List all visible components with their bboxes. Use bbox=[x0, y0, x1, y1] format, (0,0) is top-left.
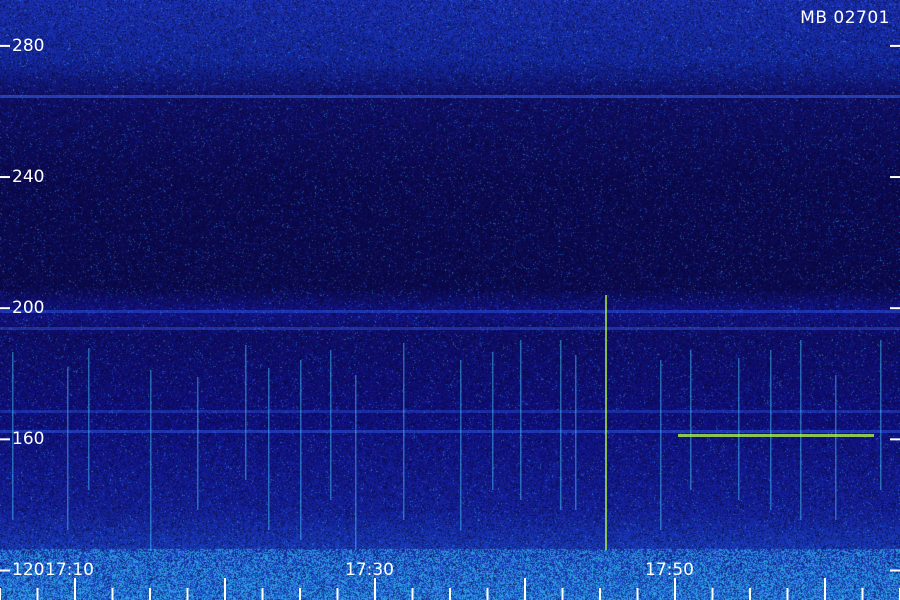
vertical-streak bbox=[800, 340, 802, 520]
x-tick bbox=[561, 588, 564, 600]
strong-vertical-streak bbox=[605, 295, 607, 550]
vertical-streak bbox=[150, 370, 152, 550]
y-tick-right bbox=[890, 569, 900, 572]
x-tick bbox=[449, 588, 451, 600]
vertical-streak bbox=[300, 360, 302, 540]
y-axis-ticks bbox=[0, 44, 900, 572]
vertical-streak bbox=[268, 368, 270, 530]
y-tick-right bbox=[890, 307, 900, 310]
strong-horizontal-echo bbox=[678, 434, 874, 437]
vertical-streak bbox=[520, 340, 522, 500]
x-tick bbox=[749, 588, 751, 600]
horizontal-band bbox=[0, 310, 900, 313]
y-tick-left bbox=[0, 44, 10, 47]
y-tick-right bbox=[890, 176, 900, 179]
x-tick bbox=[674, 578, 676, 600]
y-tick-left bbox=[0, 176, 10, 179]
x-tick bbox=[0, 588, 1, 600]
horizontal-band bbox=[0, 430, 900, 433]
vertical-streak bbox=[770, 350, 772, 510]
x-tick bbox=[261, 588, 264, 600]
x-tick bbox=[74, 578, 76, 600]
vertical-streak bbox=[403, 343, 405, 520]
vertical-streak bbox=[460, 360, 462, 530]
x-tick bbox=[36, 588, 39, 600]
y-tick-right bbox=[890, 44, 900, 47]
x-tick bbox=[824, 578, 826, 600]
y-tick-label: 240 bbox=[12, 167, 45, 188]
x-tick bbox=[861, 588, 864, 600]
x-tick-label: 17:50 bbox=[645, 560, 694, 580]
x-tick bbox=[786, 588, 789, 600]
x-tick bbox=[711, 588, 714, 600]
x-tick bbox=[411, 588, 414, 600]
x-tick-label: 17:30 bbox=[345, 560, 394, 580]
x-tick bbox=[224, 578, 226, 600]
vertical-streak bbox=[88, 348, 90, 490]
y-tick-left bbox=[0, 307, 10, 310]
x-tick bbox=[599, 588, 601, 600]
x-tick bbox=[149, 588, 151, 600]
x-tick bbox=[186, 588, 189, 600]
x-tick bbox=[299, 588, 301, 600]
x-tick bbox=[336, 588, 339, 600]
x-tick bbox=[524, 578, 526, 600]
x-tick-label: 17:10 bbox=[45, 560, 94, 580]
y-tick-left bbox=[0, 438, 10, 441]
spectrogram-overlay bbox=[0, 44, 900, 600]
x-tick bbox=[111, 588, 114, 600]
vertical-streak bbox=[67, 367, 69, 530]
y-tick-right bbox=[890, 438, 900, 441]
y-tick-left bbox=[0, 569, 10, 572]
y-tick-label: 120 bbox=[12, 560, 45, 581]
vertical-streak bbox=[575, 355, 577, 510]
vertical-streak bbox=[738, 358, 740, 500]
vertical-streak bbox=[330, 350, 332, 500]
y-tick-label: 280 bbox=[12, 35, 45, 56]
vertical-streak bbox=[560, 340, 562, 510]
x-tick bbox=[636, 588, 639, 600]
vertical-streak bbox=[835, 375, 837, 520]
x-axis-ticks bbox=[0, 578, 900, 600]
x-tick bbox=[374, 578, 376, 600]
vertical-streak bbox=[690, 350, 692, 490]
y-tick-label: 200 bbox=[12, 298, 45, 319]
station-label: MB 02701 bbox=[800, 8, 890, 28]
y-tick-label: 160 bbox=[12, 429, 45, 450]
vertical-streak bbox=[197, 377, 199, 510]
horizontal-band bbox=[0, 410, 900, 413]
x-tick bbox=[486, 588, 489, 600]
vertical-streak bbox=[245, 345, 247, 480]
horizontal-band bbox=[0, 327, 900, 330]
horizontal-band bbox=[0, 95, 900, 98]
vertical-streak bbox=[660, 360, 662, 530]
vertical-streak bbox=[492, 352, 494, 490]
vertical-streak bbox=[880, 340, 882, 490]
echo-lines bbox=[0, 95, 900, 550]
vertical-streak bbox=[355, 375, 357, 550]
